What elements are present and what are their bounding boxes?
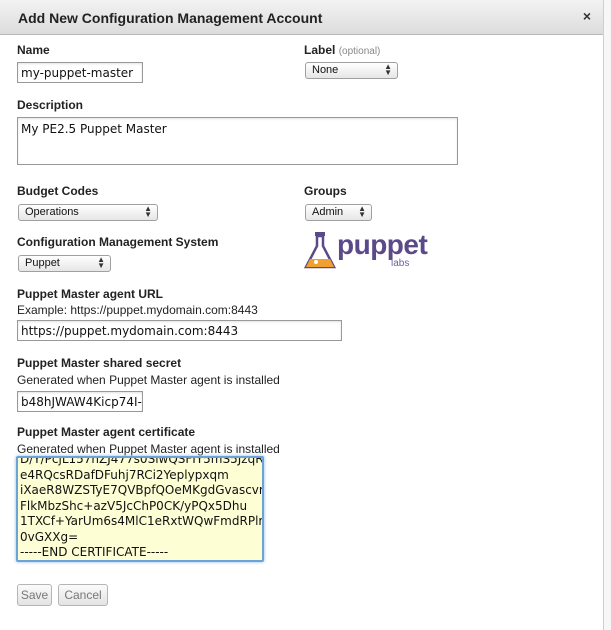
add-account-dialog: Add New Configuration Management Account… <box>0 0 604 630</box>
agent-url-input[interactable]: https://puppet.mydomain.com:8443 <box>17 320 342 341</box>
label-select-value: None <box>312 64 339 76</box>
label-label-text: Label <box>304 43 336 57</box>
updown-arrows-icon: ▲ ▼ <box>97 255 105 270</box>
puppet-labs-logo: puppet labs <box>303 229 428 273</box>
labs-logo-text: labs <box>391 258 410 269</box>
close-icon[interactable]: × <box>580 9 594 23</box>
background-page-edge <box>604 0 611 630</box>
shared-secret-input[interactable]: b48hJWAW4Kicp74I- <box>17 391 143 412</box>
updown-arrows-icon: ▲ ▼ <box>144 204 152 219</box>
shared-secret-hint: Generated when Puppet Master agent is in… <box>17 373 280 387</box>
updown-arrows-icon: ▲ ▼ <box>358 204 366 219</box>
cms-select[interactable]: Puppet ▲ ▼ <box>18 255 111 272</box>
dialog-title: Add New Configuration Management Account <box>18 10 323 26</box>
certificate-line: D/Y/PcjL157nZJ477s0SiwQSFIY5mS5JzqR <box>20 456 264 466</box>
description-label: Description <box>17 98 84 112</box>
certificate-line: 0vGXXg= <box>20 529 79 544</box>
label-select[interactable]: None ▲ ▼ <box>305 62 398 79</box>
groups-value: Admin <box>312 206 344 218</box>
optional-tag: (optional) <box>338 46 381 57</box>
shared-secret-label: Puppet Master shared secret <box>17 356 182 370</box>
certificate-text: D/Y/PcjL157nZJ477s0SiwQSFIY5mS5JzqR e4RQ… <box>20 456 264 560</box>
cms-value: Puppet <box>25 257 60 269</box>
certificate-textarea[interactable]: D/Y/PcjL157nZJ477s0SiwQSFIY5mS5JzqR e4RQ… <box>16 456 264 562</box>
save-button[interactable]: Save <box>17 584 52 606</box>
name-label: Name <box>17 43 50 57</box>
certificate-line: 1TXCf+YarUm6s4MlC1eRxtWQwFmdRPlrh <box>20 514 264 528</box>
certificate-line: FlkMbzShc+azV5JcChP0CK/yPQx5Dhu <box>20 498 248 513</box>
cms-label: Configuration Management System <box>17 235 219 249</box>
certificate-label: Puppet Master agent certificate <box>17 425 196 439</box>
certificate-hint: Generated when Puppet Master agent is in… <box>17 442 280 456</box>
groups-select[interactable]: Admin ▲ ▼ <box>305 204 372 221</box>
updown-arrows-icon: ▲ ▼ <box>384 62 392 77</box>
agent-url-label: Puppet Master agent URL <box>17 287 164 301</box>
name-input[interactable]: my-puppet-master <box>17 62 143 83</box>
budget-codes-label: Budget Codes <box>17 184 99 198</box>
budget-codes-select[interactable]: Operations ▲ ▼ <box>18 204 158 221</box>
certificate-line: iXaeR8WZSTyE7QVBpfQOeMKgdGvascvmt <box>20 483 264 497</box>
puppet-logo-text: puppet <box>337 229 428 260</box>
cancel-button[interactable]: Cancel <box>58 584 108 606</box>
groups-label: Groups <box>304 184 347 198</box>
label-field-label: Label (optional) <box>304 43 380 57</box>
description-textarea[interactable]: My PE2.5 Puppet Master <box>17 117 458 165</box>
certificate-line: e4RQcsRDafDFuhj7RCi2Yeplypxqm <box>20 467 229 482</box>
certificate-line: -----END CERTIFICATE----- <box>20 545 169 559</box>
agent-url-hint: Example: https://puppet.mydomain.com:844… <box>17 303 258 317</box>
dialog-titlebar: Add New Configuration Management Account… <box>0 0 603 35</box>
budget-codes-value: Operations <box>25 206 79 218</box>
puppet-labs-logo-icon <box>303 232 337 269</box>
